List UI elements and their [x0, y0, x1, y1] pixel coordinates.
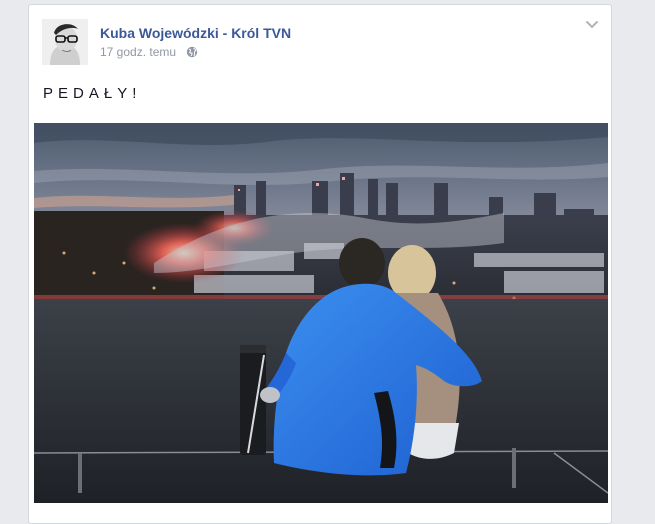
post-meta: 17 godz. temu — [100, 45, 198, 59]
post-photo-image — [34, 123, 608, 503]
author-name-link[interactable]: Kuba Wojewódzki - Król TVN — [100, 25, 291, 41]
chevron-down-icon[interactable] — [585, 20, 599, 30]
post-photo[interactable] — [34, 123, 608, 503]
author-avatar[interactable] — [42, 19, 88, 65]
globe-icon[interactable] — [186, 46, 198, 58]
post-timestamp[interactable]: 17 godz. temu — [100, 45, 176, 59]
avatar-portrait-icon — [42, 19, 88, 65]
post-text: PEDAŁY! — [43, 85, 142, 102]
post-card: Kuba Wojewódzki - Król TVN 17 godz. temu… — [28, 4, 612, 524]
